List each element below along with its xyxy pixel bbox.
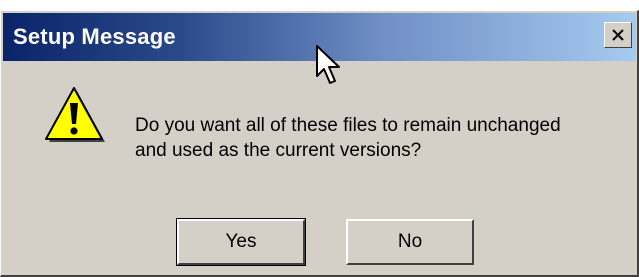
no-button[interactable]: No [346,219,474,265]
message-text: Do you want all of these files to remain… [135,113,625,163]
window-title: Setup Message [13,24,176,49]
setup-message-dialog: Setup Message Do you want all of these f… [0,10,639,277]
message-line-1: Do you want all of these files to remain… [135,115,561,136]
yes-button-label: Yes [225,231,257,252]
close-icon [612,29,624,41]
close-button[interactable] [604,22,632,48]
no-button-label: No [397,231,423,252]
message-line-2: and used as the current versions? [135,140,422,161]
warning-icon [45,87,105,142]
yes-button[interactable]: Yes [176,218,306,266]
title-bar[interactable]: Setup Message [3,13,636,61]
